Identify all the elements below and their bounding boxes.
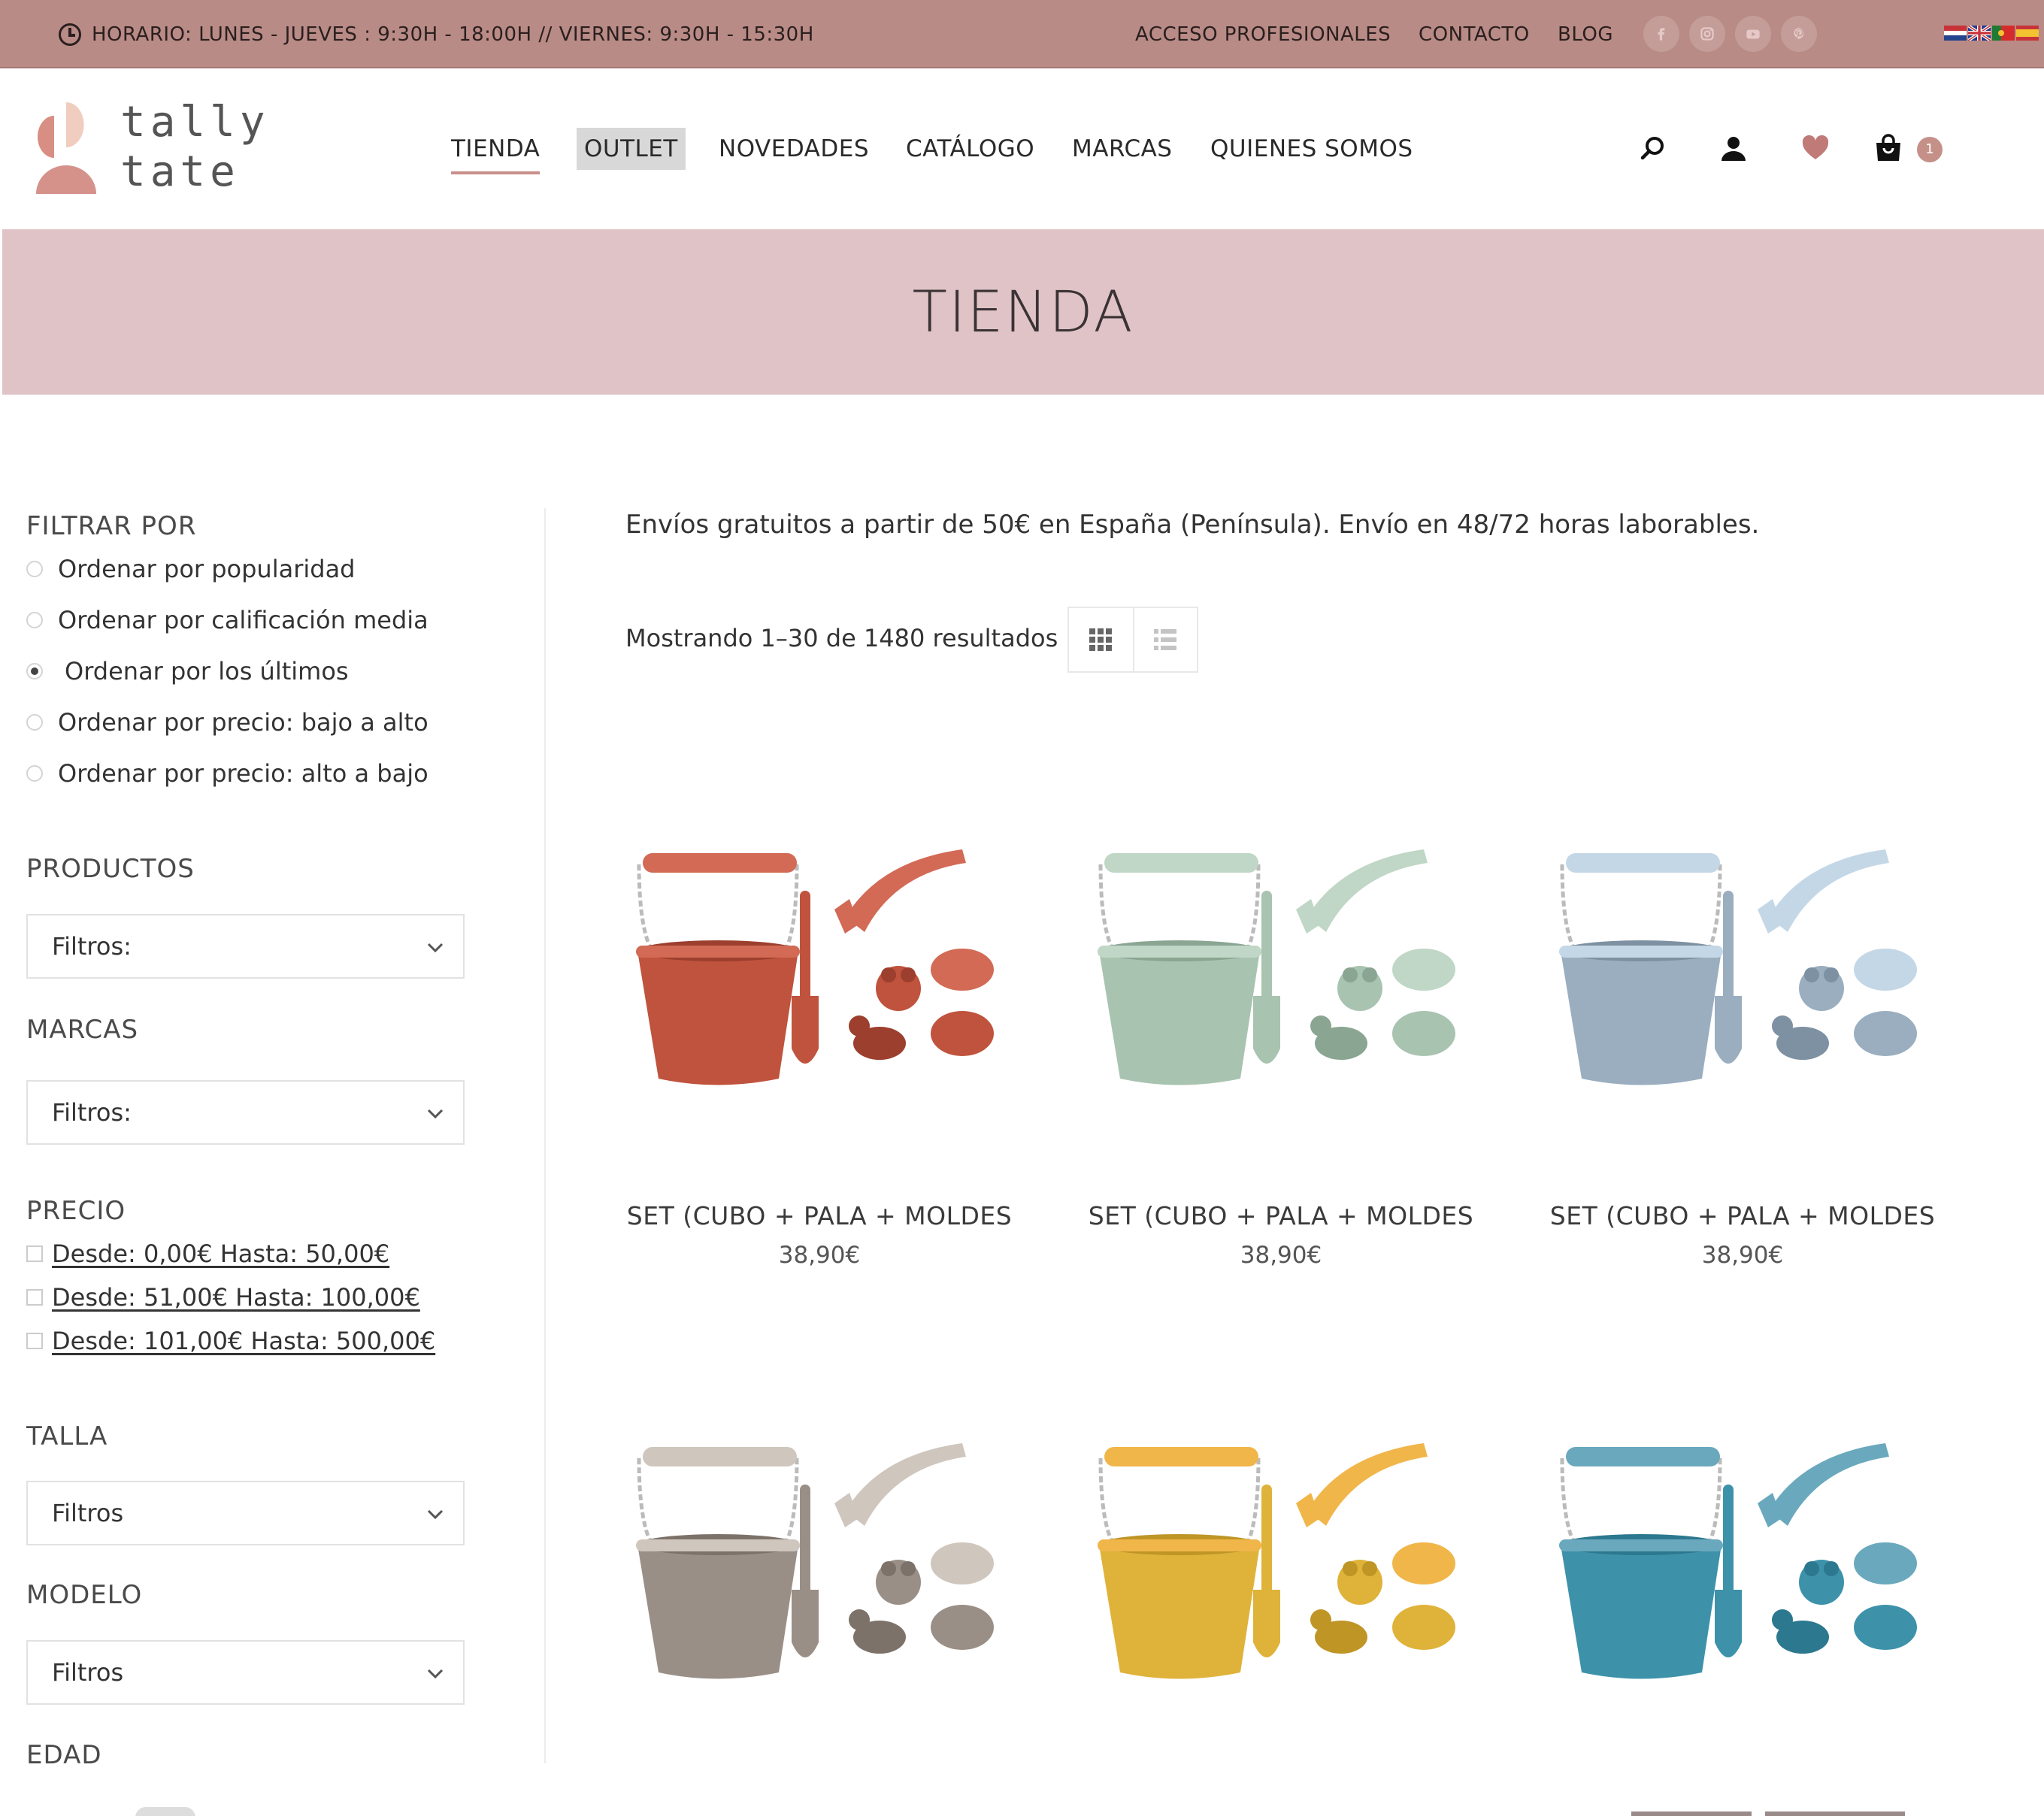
logo-wordmark[interactable]: tally tate (120, 98, 270, 197)
youtube-icon[interactable] (1735, 16, 1771, 52)
nav-outlet[interactable]: OUTLET (577, 128, 686, 170)
sort-option-label: Ordenar por precio: alto a bajo (58, 759, 428, 788)
user-account-icon[interactable] (1717, 132, 1750, 165)
select-value: Filtros (52, 1499, 124, 1527)
flag-pt-icon[interactable] (1992, 26, 2015, 41)
logo-line-2: tate (120, 147, 240, 196)
chevron-down-icon (427, 1109, 444, 1119)
product-image-beach-set-teal[interactable] (1532, 1413, 1953, 1699)
grid-view-button[interactable] (1069, 608, 1133, 671)
radio-button[interactable] (26, 765, 43, 782)
opening-hours: HORARIO: LUNES - JUEVES : 9:30H - 18:00H… (59, 20, 814, 50)
products-filter-heading: PRODUCTOS (26, 854, 195, 884)
nav-marcas[interactable]: MARCAS (1072, 128, 1172, 170)
shopping-bag-icon[interactable] (1872, 132, 1905, 165)
sort-option-price-desc[interactable]: Ordenar por precio: alto a bajo (26, 755, 428, 791)
results-count: Mostrando 1–30 de 1480 resultados (625, 624, 1058, 652)
sort-option-latest[interactable]: Ordenar por los últimos (26, 653, 349, 689)
age-filter-heading: EDAD (26, 1740, 102, 1770)
price-filter-heading: PRECIO (26, 1196, 126, 1226)
sort-option-rating[interactable]: Ordenar por calificación media (26, 602, 428, 638)
checkbox[interactable] (26, 1289, 43, 1306)
product-name[interactable]: SET (CUBO + PALA + MOLDES (1070, 1201, 1491, 1230)
product-price: 38,90€ (1701, 1242, 1784, 1269)
product-price: 38,90€ (778, 1242, 861, 1269)
model-filter-heading: MODELO (26, 1580, 143, 1610)
grid-view-icon (1089, 628, 1113, 651)
radio-button-selected[interactable] (26, 663, 43, 679)
filter-by-heading: FILTRAR POR (26, 511, 197, 541)
select-value: Filtros: (52, 932, 132, 961)
sort-option-label: Ordenar por popularidad (58, 555, 356, 583)
shipping-notice: Envíos gratuitos a partir de 50€ en Espa… (625, 510, 1760, 540)
view-mode-toggle (1067, 607, 1198, 673)
price-range-51-100[interactable]: Desde: 51,00€ Hasta: 100,00€ (26, 1280, 420, 1315)
price-range-link[interactable]: Desde: 101,00€ Hasta: 500,00€ (52, 1327, 435, 1355)
wishlist-heart-icon[interactable] (1799, 132, 1832, 165)
price-range-101-500[interactable]: Desde: 101,00€ Hasta: 500,00€ (26, 1324, 435, 1358)
language-switcher[interactable] (1944, 26, 2039, 41)
facebook-icon[interactable] (1643, 16, 1679, 52)
clock-icon (59, 23, 81, 46)
brands-filter-heading: MARCAS (26, 1015, 139, 1045)
product-image-beach-set-blue-grey[interactable] (1532, 819, 1953, 1105)
page-title: TIENDA (912, 278, 1134, 345)
sort-option-label: Ordenar por calificación media (58, 606, 428, 634)
top-info-bar: HORARIO: LUNES - JUEVES : 9:30H - 18:00H… (0, 0, 2044, 68)
chevron-down-icon (427, 1669, 444, 1679)
chevron-down-icon (427, 1509, 444, 1520)
products-filter-select[interactable]: Filtros: (26, 914, 465, 979)
price-range-0-50[interactable]: Desde: 0,00€ Hasta: 50,00€ (26, 1236, 389, 1271)
list-view-button[interactable] (1132, 608, 1197, 671)
radio-button[interactable] (26, 714, 43, 731)
pagination-bar[interactable] (1765, 1811, 1905, 1816)
flag-es-icon[interactable] (2016, 26, 2039, 41)
model-filter-select[interactable]: Filtros (26, 1640, 465, 1705)
instagram-icon[interactable] (1689, 16, 1725, 52)
professional-access-link[interactable]: ACCESO PROFESIONALES (1135, 23, 1391, 46)
product-image-beach-set-rust[interactable] (609, 819, 1030, 1105)
size-filter-select[interactable]: Filtros (26, 1481, 465, 1545)
brands-filter-select[interactable]: Filtros: (26, 1080, 465, 1145)
select-value: Filtros (52, 1658, 124, 1687)
contact-link[interactable]: CONTACTO (1419, 23, 1530, 46)
radio-button[interactable] (26, 612, 43, 628)
product-price: 38,90€ (1240, 1242, 1322, 1269)
flag-nl-icon[interactable] (1944, 26, 1967, 41)
nav-catalogo[interactable]: CATÁLOGO (906, 128, 1034, 170)
product-image-beach-set-mustard[interactable] (1070, 1413, 1491, 1699)
scroll-to-top-button[interactable] (135, 1807, 195, 1816)
sidebar-divider (544, 508, 546, 1763)
list-view-icon (1154, 629, 1177, 650)
nav-novedades[interactable]: NOVEDADES (719, 128, 869, 170)
radio-button[interactable] (26, 561, 43, 577)
cart-count-badge[interactable]: 1 (1917, 137, 1943, 162)
size-filter-heading: TALLA (26, 1421, 108, 1451)
pagination-bar[interactable] (1631, 1811, 1752, 1816)
select-value: Filtros: (52, 1098, 132, 1127)
chevron-down-icon (427, 943, 444, 953)
checkbox[interactable] (26, 1333, 43, 1349)
search-icon[interactable] (1636, 132, 1669, 165)
product-name[interactable]: SET (CUBO + PALA + MOLDES (1532, 1201, 1953, 1230)
pinterest-icon[interactable] (1781, 16, 1817, 52)
page-hero-banner: TIENDA (2, 229, 2044, 395)
product-name[interactable]: SET (CUBO + PALA + MOLDES (609, 1201, 1030, 1230)
product-image-beach-set-sage[interactable] (1070, 819, 1491, 1105)
logo-mark-icon[interactable] (26, 102, 101, 195)
price-range-link[interactable]: Desde: 0,00€ Hasta: 50,00€ (52, 1239, 389, 1268)
nav-tienda[interactable]: TIENDA (451, 128, 541, 174)
logo-line-1: tally (120, 98, 270, 147)
flag-en-icon[interactable] (1968, 26, 1991, 41)
sort-option-label: Ordenar por precio: bajo a alto (58, 708, 428, 737)
sort-option-popularity[interactable]: Ordenar por popularidad (26, 551, 355, 587)
price-range-link[interactable]: Desde: 51,00€ Hasta: 100,00€ (52, 1283, 420, 1312)
opening-hours-text: HORARIO: LUNES - JUEVES : 9:30H - 18:00H… (92, 23, 814, 46)
sort-option-price-asc[interactable]: Ordenar por precio: bajo a alto (26, 704, 428, 740)
blog-link[interactable]: BLOG (1558, 23, 1613, 46)
product-image-beach-set-taupe[interactable] (609, 1413, 1030, 1699)
checkbox[interactable] (26, 1245, 43, 1262)
sort-option-label: Ordenar por los últimos (65, 657, 349, 686)
nav-quienes-somos[interactable]: QUIENES SOMOS (1210, 128, 1413, 170)
